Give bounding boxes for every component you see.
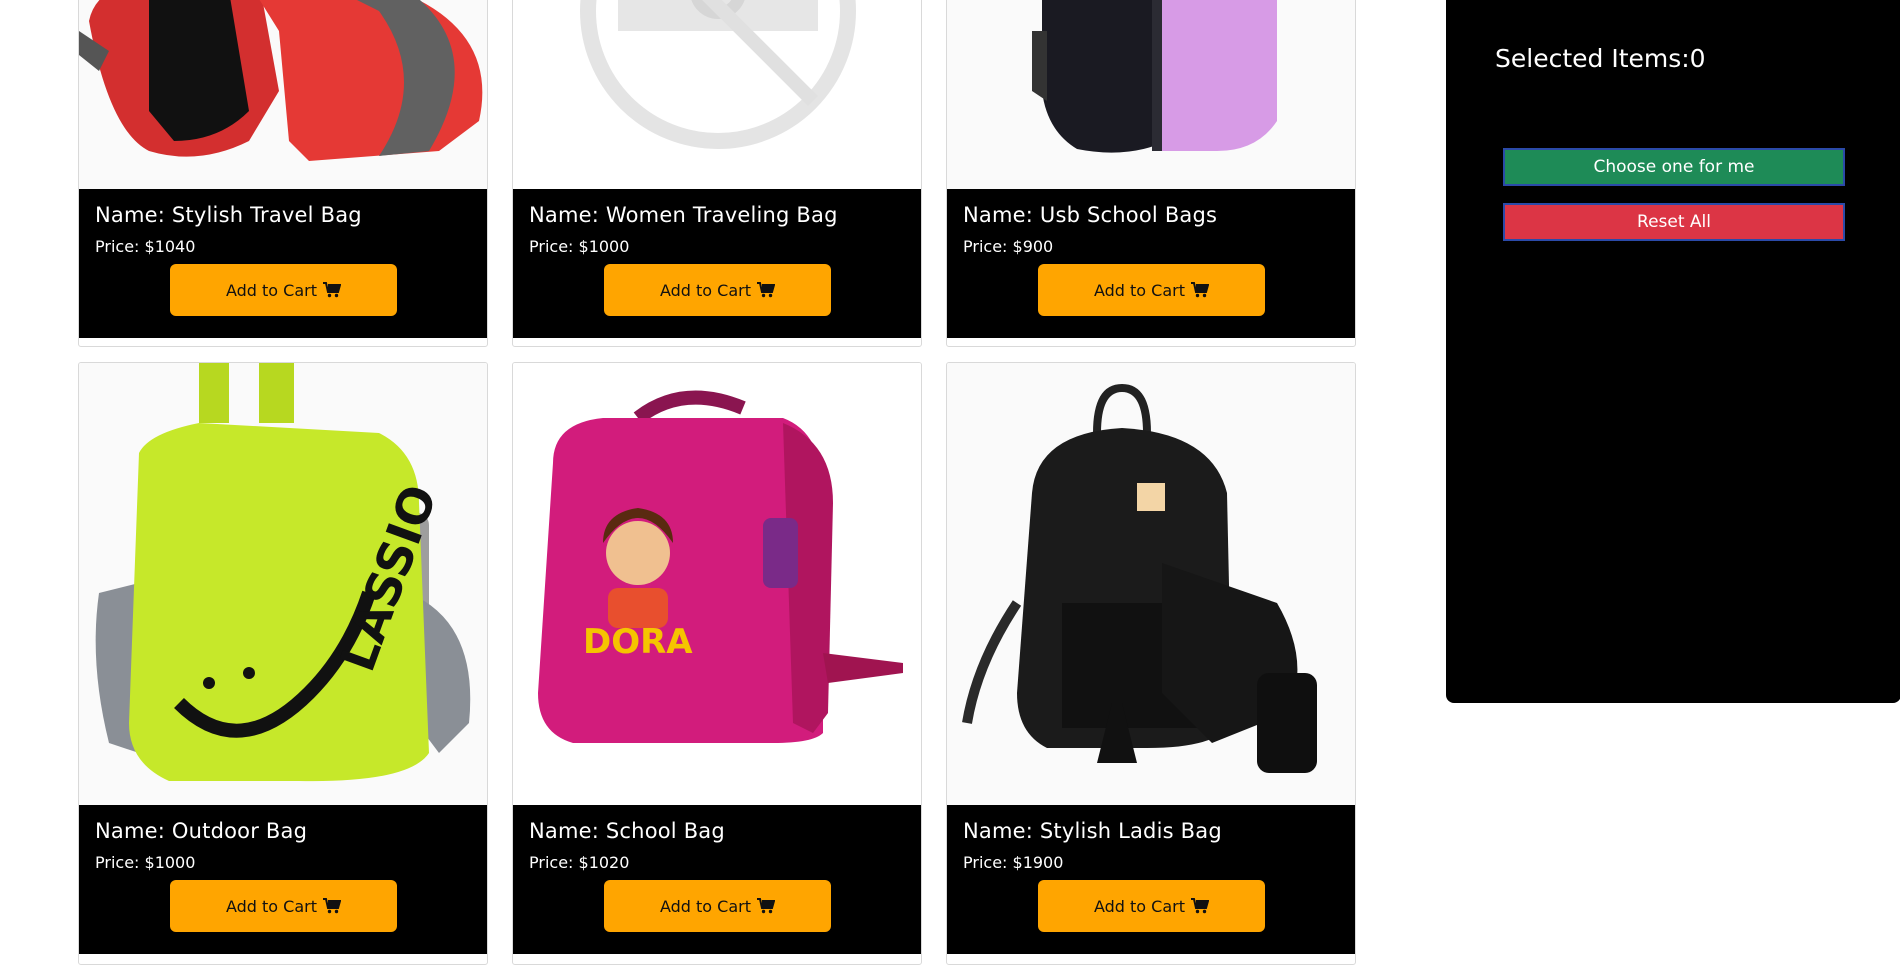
add-to-cart-label: Add to Cart: [225, 896, 318, 916]
svg-text:DORA: DORA: [583, 622, 693, 662]
product-card: Name: Women Traveling Bag Price: $1000 A…: [512, 0, 922, 347]
product-price: Price: $1000: [95, 853, 196, 872]
image-unavailable-icon: [580, 0, 856, 149]
product-image: DORA: [513, 363, 921, 805]
choose-one-button[interactable]: Choose one for me: [1503, 148, 1845, 186]
product-image: [947, 0, 1355, 189]
shopping-cart-icon: [757, 898, 776, 914]
product-card: LASSIO Name: Outdoor Bag Price: $1000 Ad…: [78, 362, 488, 965]
product-name: Name: Stylish Travel Bag: [95, 203, 362, 227]
product-name: Name: Usb School Bags: [963, 203, 1218, 227]
shopping-cart-icon: [757, 282, 776, 298]
reset-all-button[interactable]: Reset All: [1503, 203, 1845, 241]
add-to-cart-button[interactable]: Add to Cart: [170, 264, 397, 316]
product-card: Name: Stylish Ladis Bag Price: $1900 Add…: [946, 362, 1356, 965]
product-price: Price: $1900: [963, 853, 1064, 872]
product-price: Price: $1000: [529, 237, 630, 256]
product-price: Price: $1040: [95, 237, 196, 256]
product-card: Name: Usb School Bags Price: $900 Add to…: [946, 0, 1356, 347]
shopping-cart-icon: [1191, 282, 1210, 298]
add-to-cart-button[interactable]: Add to Cart: [604, 264, 831, 316]
product-image: [79, 0, 487, 189]
shopping-cart-icon: [323, 282, 342, 298]
shopping-cart-icon: [1191, 898, 1210, 914]
product-name: Name: School Bag: [529, 819, 725, 843]
selection-panel: Selected Items:0 Choose one for me Reset…: [1446, 0, 1900, 703]
add-to-cart-label: Add to Cart: [659, 280, 752, 300]
product-name: Name: Women Traveling Bag: [529, 203, 838, 227]
selected-items-count: Selected Items:0: [1495, 44, 1706, 73]
product-card: DORA Name: School Bag Price: $1020 Add t…: [512, 362, 922, 965]
product-price: Price: $900: [963, 237, 1054, 256]
add-to-cart-button[interactable]: Add to Cart: [1038, 880, 1265, 932]
product-image: [513, 0, 921, 189]
add-to-cart-label: Add to Cart: [1093, 896, 1186, 916]
add-to-cart-label: Add to Cart: [1093, 280, 1186, 300]
product-price: Price: $1020: [529, 853, 630, 872]
add-to-cart-button[interactable]: Add to Cart: [1038, 264, 1265, 316]
shopping-cart-icon: [323, 898, 342, 914]
product-image: [947, 363, 1355, 805]
add-to-cart-button[interactable]: Add to Cart: [604, 880, 831, 932]
product-name: Name: Stylish Ladis Bag: [963, 819, 1222, 843]
add-to-cart-button[interactable]: Add to Cart: [170, 880, 397, 932]
add-to-cart-label: Add to Cart: [225, 280, 318, 300]
product-image: LASSIO: [79, 363, 487, 805]
add-to-cart-label: Add to Cart: [659, 896, 752, 916]
product-name: Name: Outdoor Bag: [95, 819, 308, 843]
product-card: Name: Stylish Travel Bag Price: $1040 Ad…: [78, 0, 488, 347]
